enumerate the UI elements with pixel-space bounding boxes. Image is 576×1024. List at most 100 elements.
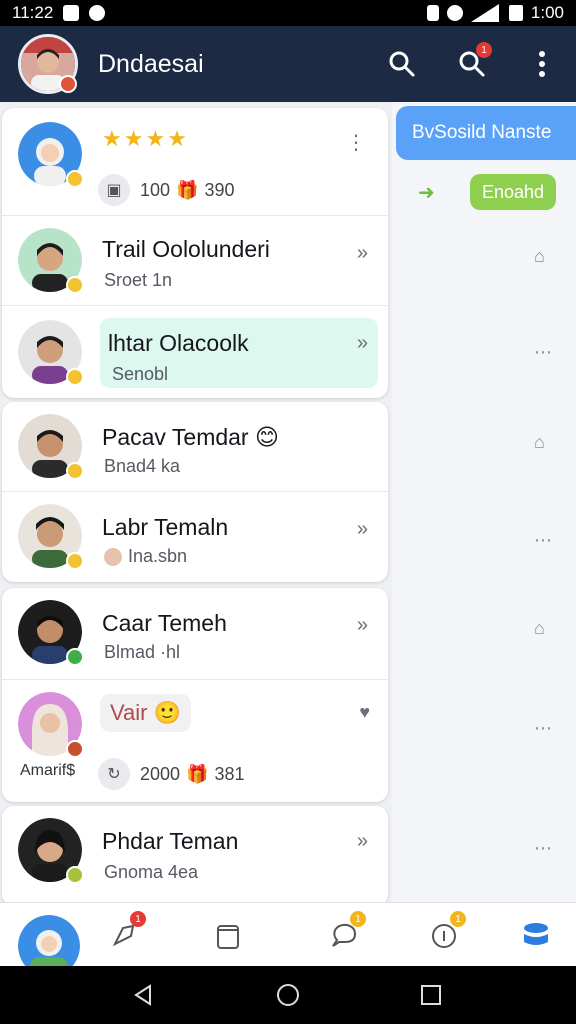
last-message: Ina.sbn xyxy=(128,546,188,566)
contact-name: lhtar Olacoolk xyxy=(108,330,249,356)
last-message: Bnad4 ka xyxy=(104,456,181,476)
chat-row[interactable]: Pacav Temdar 😊 Bnad4 ka xyxy=(2,402,388,492)
status-badge xyxy=(66,552,84,570)
chat-card: Pacav Temdar 😊 Bnad4 ka Labr Temaln Ina.… xyxy=(2,402,388,582)
contact-name: Trail Oololunderi xyxy=(102,236,270,262)
nav-notifications[interactable]: 1 xyxy=(424,911,466,955)
home-icon[interactable]: ⌂ xyxy=(534,432,545,453)
search-notifications-button[interactable]: 1 xyxy=(456,42,492,80)
avatar xyxy=(18,320,84,386)
status-badge xyxy=(59,75,77,93)
database-icon xyxy=(524,923,548,945)
recents-icon[interactable] xyxy=(418,982,444,1008)
app-notification-icon xyxy=(89,5,106,21)
last-message: Gnoma 4ea xyxy=(104,862,199,882)
nav-chats[interactable]: 1 xyxy=(324,911,366,955)
notification-icon xyxy=(63,5,80,21)
meta-extra: 381 xyxy=(214,764,245,784)
chat-row[interactable]: ★★★★ ⋮ ▣ 100 🎁 390 xyxy=(2,108,388,216)
chat-list: ★★★★ ⋮ ▣ 100 🎁 390 Trail Oololunderi Sro… xyxy=(0,102,392,902)
status-badge xyxy=(66,462,84,480)
rating-stars: ★★★★ xyxy=(102,126,189,151)
chat-row[interactable]: Trail Oololunderi Sroet 1n » xyxy=(2,216,388,306)
nav-files[interactable] xyxy=(208,915,248,955)
more-dots-icon[interactable]: ⋯ xyxy=(534,530,552,551)
chevron-right-icon: » xyxy=(356,242,368,264)
more-options-button[interactable] xyxy=(526,48,558,80)
kebab-menu-icon xyxy=(539,51,545,77)
more-dots-icon[interactable]: ⋯ xyxy=(534,342,552,363)
battery-icon xyxy=(508,5,523,21)
chat-row[interactable]: Phdar Teman Gnoma 4ea » xyxy=(2,806,388,902)
avatar xyxy=(18,122,84,188)
last-message: Blmad ·hl xyxy=(104,642,181,662)
nav-badge: 1 xyxy=(130,911,146,927)
avatar xyxy=(18,228,84,294)
calendar-icon: ▣ xyxy=(98,174,130,206)
last-message: Senobl xyxy=(112,364,169,384)
system-navigation xyxy=(0,966,576,1024)
row-menu-icon[interactable]: ⋮ xyxy=(346,130,366,155)
chevron-right-icon: » xyxy=(356,518,368,540)
status-badge xyxy=(66,276,84,294)
more-dots-icon[interactable]: ⋯ xyxy=(534,838,552,859)
emoji-icon: 🎁 xyxy=(176,180,199,200)
chat-row[interactable]: lhtar Olacoolk Senobl » xyxy=(2,306,388,398)
status-badge xyxy=(66,368,84,386)
meta-count: 100 xyxy=(140,180,171,200)
refresh-icon: ↻ xyxy=(98,758,130,790)
search-icon xyxy=(389,51,415,77)
home-icon[interactable]: ⌂ xyxy=(534,618,545,639)
chevron-right-icon: » xyxy=(356,614,368,636)
nav-badge: 1 xyxy=(350,911,366,927)
detail-panel: BvSosild Nanste ➜ Enoahd ⌂ ⋯ ⌂ ⋯ ⌂ ⋯ ⋯ xyxy=(392,102,576,902)
mini-avatar-icon xyxy=(104,547,122,566)
vibrate-icon xyxy=(426,5,439,21)
nav-explore[interactable]: 1 xyxy=(104,911,146,955)
home-circle-icon[interactable] xyxy=(275,982,301,1008)
avatar xyxy=(18,414,84,480)
heart-icon[interactable]: ♥ xyxy=(359,702,370,723)
contact-name: Phdar Teman xyxy=(102,828,239,854)
chevron-right-icon: » xyxy=(356,332,368,354)
status-badge xyxy=(66,866,84,884)
enable-pill[interactable]: Enoahd xyxy=(470,174,557,210)
meta-count: 2000 xyxy=(140,764,181,784)
chat-card: Phdar Teman Gnoma 4ea » xyxy=(2,806,388,902)
status-bar: 11:22 1:00 xyxy=(0,0,576,26)
app-bar: Dndaesai 1 xyxy=(0,26,576,102)
avatar xyxy=(18,600,84,666)
app-title: Dndaesai xyxy=(98,49,204,78)
more-dots-icon[interactable]: ⋯ xyxy=(534,718,552,739)
status-badge xyxy=(66,170,84,188)
last-message: Sroet 1n xyxy=(104,270,173,290)
chat-row[interactable]: Caar Temeh Blmad ·hl » xyxy=(2,588,388,680)
chat-row[interactable]: Labr Temaln Ina.sbn » xyxy=(2,492,388,582)
nav-badge: 1 xyxy=(450,911,466,927)
chat-card: Caar Temeh Blmad ·hl » Vair 🙂 Amarif$ ↻ … xyxy=(2,588,388,802)
alarm-icon xyxy=(446,5,463,21)
home-icon[interactable]: ⌂ xyxy=(534,246,545,267)
bottom-navigation: 1 1 1 xyxy=(0,902,576,977)
avatar xyxy=(18,692,84,758)
profile-avatar[interactable] xyxy=(18,34,78,94)
emoji-icon: 🎁 xyxy=(186,764,209,784)
chevron-right-icon: » xyxy=(356,830,368,852)
search-button[interactable] xyxy=(386,48,418,80)
share-icon[interactable]: ➜ xyxy=(418,180,435,205)
contact-name: Pacav Temdar 😊 xyxy=(102,424,279,450)
avatar xyxy=(18,818,84,884)
signal-icon xyxy=(470,4,499,22)
status-time: 11:22 xyxy=(12,3,54,22)
avatar xyxy=(18,504,84,570)
contact-name: Caar Temeh xyxy=(102,610,227,636)
contact-name: Vair 🙂 xyxy=(110,700,181,725)
chat-card: ★★★★ ⋮ ▣ 100 🎁 390 Trail Oololunderi Sro… xyxy=(2,108,388,398)
panel-header[interactable]: BvSosild Nanste xyxy=(396,106,576,160)
nav-database[interactable] xyxy=(516,915,556,955)
bucket-icon xyxy=(217,925,239,949)
chat-row[interactable]: Vair 🙂 Amarif$ ↻ 2000 🎁 381 ♥ xyxy=(2,680,388,802)
online-badge xyxy=(66,648,84,666)
back-icon[interactable] xyxy=(130,982,156,1008)
meta-extra: 390 xyxy=(204,180,235,200)
